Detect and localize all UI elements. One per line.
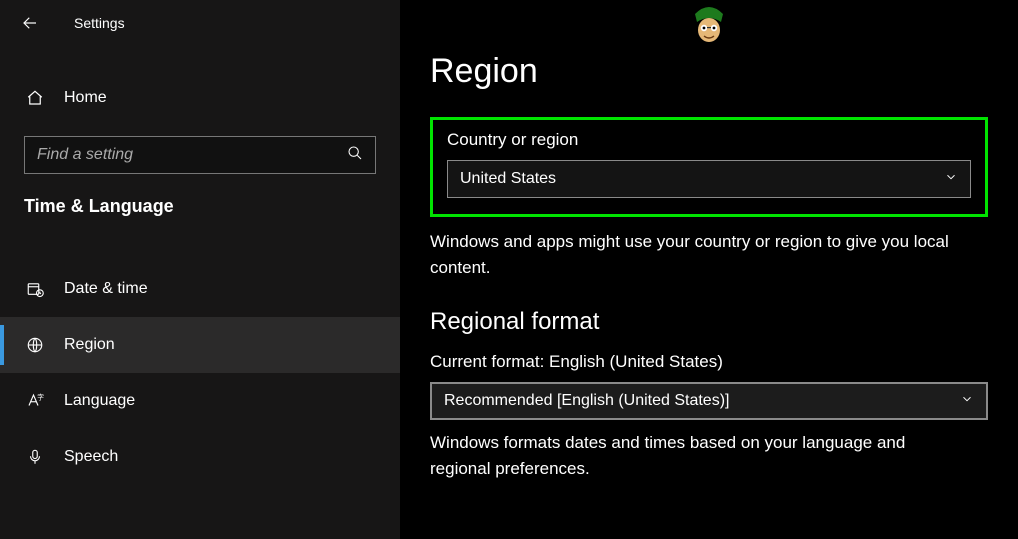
settings-window: Settings Home Time & Language xyxy=(0,0,1018,539)
dropdown-value: United States xyxy=(460,170,556,188)
globe-icon xyxy=(26,336,46,354)
search-icon xyxy=(347,145,363,166)
current-format-label: Current format: English (United States) xyxy=(430,352,988,372)
sidebar-item-region[interactable]: Region xyxy=(0,317,400,373)
nav-list: Date & time Region 字 Language xyxy=(0,261,400,485)
sidebar: Settings Home Time & Language xyxy=(0,0,400,539)
sidebar-item-label: Language xyxy=(64,392,135,410)
country-region-dropdown[interactable]: United States xyxy=(447,160,971,198)
sidebar-item-language[interactable]: 字 Language xyxy=(0,373,400,429)
search-wrap xyxy=(24,136,376,174)
sidebar-item-label: Region xyxy=(64,336,115,354)
sidebar-item-label: Date & time xyxy=(64,280,148,298)
sidebar-item-speech[interactable]: Speech xyxy=(0,429,400,485)
chevron-down-icon xyxy=(960,392,974,411)
sidebar-item-date-time[interactable]: Date & time xyxy=(0,261,400,317)
sidebar-home-label: Home xyxy=(64,89,107,107)
regional-format-dropdown[interactable]: Recommended [English (United States)] xyxy=(430,382,988,420)
search-input[interactable] xyxy=(37,146,330,164)
titlebar: Settings xyxy=(0,0,400,46)
country-region-highlight: Country or region United States xyxy=(430,117,988,217)
sidebar-home[interactable]: Home xyxy=(0,74,400,122)
country-region-label: Country or region xyxy=(447,130,971,150)
calendar-clock-icon xyxy=(26,280,46,298)
back-arrow-icon xyxy=(21,14,39,32)
search-field[interactable] xyxy=(24,136,376,174)
country-region-helper: Windows and apps might use your country … xyxy=(430,229,970,280)
chevron-down-icon xyxy=(944,170,958,189)
sidebar-category-label: Time & Language xyxy=(0,174,400,225)
back-button[interactable] xyxy=(10,3,50,43)
regional-format-helper: Windows formats dates and times based on… xyxy=(430,430,970,481)
microphone-icon xyxy=(26,448,46,466)
page-title: Region xyxy=(430,52,988,91)
mascot-overlay xyxy=(691,4,727,44)
content-pane: Region Country or region United States W… xyxy=(400,0,1018,539)
home-icon xyxy=(26,89,46,107)
sidebar-item-label: Speech xyxy=(64,448,118,466)
regional-format-heading: Regional format xyxy=(430,308,988,336)
dropdown-value: Recommended [English (United States)] xyxy=(444,392,729,410)
language-icon: 字 xyxy=(26,392,46,410)
window-title: Settings xyxy=(74,15,125,31)
svg-text:字: 字 xyxy=(37,393,44,402)
